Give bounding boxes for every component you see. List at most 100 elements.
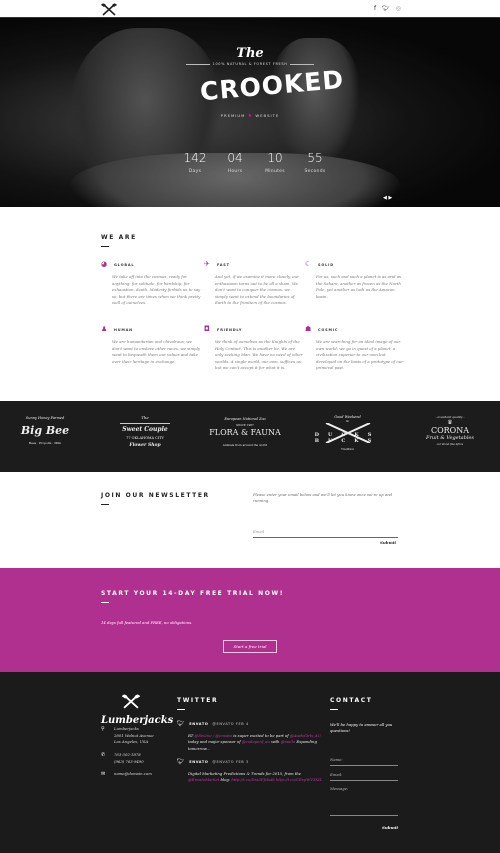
tweet-link[interactable]: @codepenf_au (242, 739, 270, 744)
tweet-text: Digital Marketing Predictions & Trends f… (188, 771, 302, 776)
location-pin-icon: ⚲ (101, 726, 105, 732)
countdown-days: 142 Days (175, 151, 215, 174)
crown-icon: ♛ (447, 419, 453, 426)
tweet-link[interactable]: http://t.co/Dss3PJcbAb (231, 777, 274, 782)
newsletter-submit-button[interactable]: Submit (380, 540, 396, 545)
newsletter-email-input[interactable]: Email (253, 529, 398, 538)
trial-header: START YOUR 14-DAY FREE TRIAL NOW! (101, 590, 284, 603)
logo-name: DUCKS BUCKS (314, 432, 381, 444)
logo-flora-fauna: European National Zoo SINCE 1987 FLORA &… (200, 417, 290, 447)
twitter-icon[interactable]: 🐦︎ (382, 5, 390, 12)
feature-title: HUMAN (114, 327, 133, 332)
logo-top: The (141, 415, 149, 420)
hero-section: The 100% NATURAL & FOREST FRESH CROOKED … (0, 18, 500, 207)
brand-the: The (236, 46, 264, 61)
address-line: Los Angeles, USA (114, 739, 149, 745)
logo-name: Big Bee (20, 424, 70, 437)
tweet-handle: @ENVATO FEB 4 (212, 721, 249, 726)
contact-submit-button[interactable]: Submit (382, 825, 398, 830)
feature-title: FAST (217, 262, 230, 267)
logo-bottom: Flower Shop (129, 443, 161, 448)
footer-address: ⚲ Lumberjacks 2801 Walnut Avenue Los Ang… (101, 726, 154, 746)
tweet-link[interactable]: @EnvatoMarket (188, 777, 219, 782)
countdown-value: 142 (183, 151, 207, 165)
tweet-author[interactable]: ENVATO (189, 722, 208, 726)
countdown: 142 Days 04 Hours 10 Minutes 55 Seconds (175, 151, 335, 174)
section-title: TWITTER (177, 697, 219, 704)
we-are-header: WE ARE (101, 234, 137, 247)
logo-bottom: our street fine Africa (436, 443, 464, 446)
tweet-link[interactable]: @mailo (281, 739, 295, 744)
logo-name: CORONA (430, 426, 470, 435)
section-title: START YOUR 14-DAY FREE TRIAL NOW! (101, 590, 285, 597)
countdown-minutes: 10 Minutes (255, 151, 295, 174)
logo-ducks-bucks: Good Weekend & DUCKS BUCKS Tradition (310, 415, 385, 451)
countdown-value: 55 (307, 151, 323, 165)
logo-mid: SINCE 1987 (236, 423, 254, 427)
countdown-seconds: 55 Seconds (295, 151, 335, 174)
start-trial-button[interactable]: Start a free trial (223, 640, 277, 653)
brand-sub-right: WEBSITE (255, 113, 280, 118)
email-link[interactable]: name@domain.com (114, 771, 152, 778)
tweet-author[interactable]: ENVATO (189, 760, 208, 764)
trial-section: START YOUR 14-DAY FREE TRIAL NOW! 14 day… (0, 568, 500, 672)
footer-phones: ✆ 763-302-1878 (963) 763-9490 (101, 752, 144, 765)
client-logos-strip: Sunny Honey Farmed Big Bee Bees · Propol… (0, 401, 500, 472)
title-rule (101, 602, 109, 603)
crossed-axes-icon (121, 694, 141, 709)
person-icon: ♟ (101, 325, 109, 333)
footer-logo-name: Lumberjacks (101, 715, 174, 726)
logo-sweet-couple: The Sweet Couple 77 OKLAHOMA CITY Flower… (120, 415, 170, 448)
tweet-text: with (269, 739, 281, 745)
title-rule (177, 709, 185, 710)
newsletter-header: JOIN OUR NEWSLETTER (101, 492, 210, 505)
feature-title: FRIENDLY (217, 327, 243, 332)
feature-title: SOLID (318, 262, 334, 267)
feature-title: COSMIC (318, 327, 339, 332)
contact-header: CONTACT (330, 697, 373, 710)
trial-description: 14 days full featured and FREE, no oblig… (101, 620, 193, 625)
address-line: 2801 Walnut Avenue (114, 732, 154, 738)
tweet-text: today and major sponsor of (188, 739, 242, 745)
feature-text: We take off into the cosmos, ready for a… (112, 274, 201, 306)
moon-icon: ☾ (305, 260, 313, 268)
tweet: 🐦︎ ENVATO @ENVATO FEB 4 RT @Sm2ne / @envat… (177, 720, 325, 752)
logo-top: European National Zoo (224, 417, 266, 421)
tweet-handle: @ENVATO FEB 3 (212, 759, 249, 764)
feature-cosmic: ☗ COSMIC We are searching for an ideal im… (305, 326, 405, 372)
tweet-body: Digital Marketing Predictions & Trends f… (188, 771, 325, 784)
countdown-label: Seconds (304, 169, 326, 174)
section-title: WE ARE (101, 234, 137, 241)
tweet-link[interactable]: @AwdsGirls_AU (290, 733, 321, 738)
newsletter-description: Please enter your email below and we'll … (253, 492, 393, 503)
countdown-value: 10 (267, 151, 283, 165)
tagline-text: 100% NATURAL & FOREST FRESH (212, 62, 288, 66)
footer-logo[interactable]: Lumberjacks (101, 694, 174, 726)
phone-icon: ✆ (101, 752, 106, 758)
contact-message-textarea[interactable]: Message: (330, 786, 398, 816)
dribbble-icon[interactable]: ◎ (396, 5, 401, 12)
feature-global: ◕ GLOBAL We take off into the cosmos, rea… (101, 261, 201, 307)
logo-name: Sweet Couple (120, 423, 170, 433)
logo-name: FLORA & FAUNA (209, 428, 281, 437)
facebook-icon[interactable]: f (374, 5, 376, 12)
tweet-link[interactable]: http://t.co/CEvpWV3XIL (276, 777, 322, 782)
tagline-rule-right (290, 63, 314, 65)
phone-number: (963) 763-9490 (114, 758, 144, 764)
tagline-rule-left (186, 63, 210, 65)
crossed-axes-logo-icon[interactable] (101, 3, 117, 16)
twitter-bird-icon: 🐦︎ (177, 720, 186, 727)
tweet-text: is super excited to be part of (232, 733, 290, 738)
tweet-link[interactable]: @Sm2ne / @envato (195, 733, 233, 738)
contact-email-input[interactable]: Email: (330, 772, 398, 781)
feature-friendly: ◘ FRIENDLY We think of ourselves as the K… (204, 326, 304, 372)
star-icon: ★ (247, 113, 254, 119)
brand-tagline: 100% NATURAL & FOREST FRESH (186, 62, 314, 66)
section-title: JOIN OUR NEWSLETTER (101, 492, 210, 499)
contact-name-input[interactable]: Name: (330, 757, 398, 766)
audio-toggle-icon[interactable]: ◀ ▶ (383, 195, 392, 201)
logo-bottom: Animals from around the world (222, 443, 268, 447)
tweet: 🐦︎ ENVATO @ENVATO FEB 3 Digital Marketing … (177, 758, 325, 784)
twitter-bird-icon: 🐦︎ (177, 758, 186, 765)
feature-text: We think of ourselves as the Knights of … (215, 339, 303, 371)
